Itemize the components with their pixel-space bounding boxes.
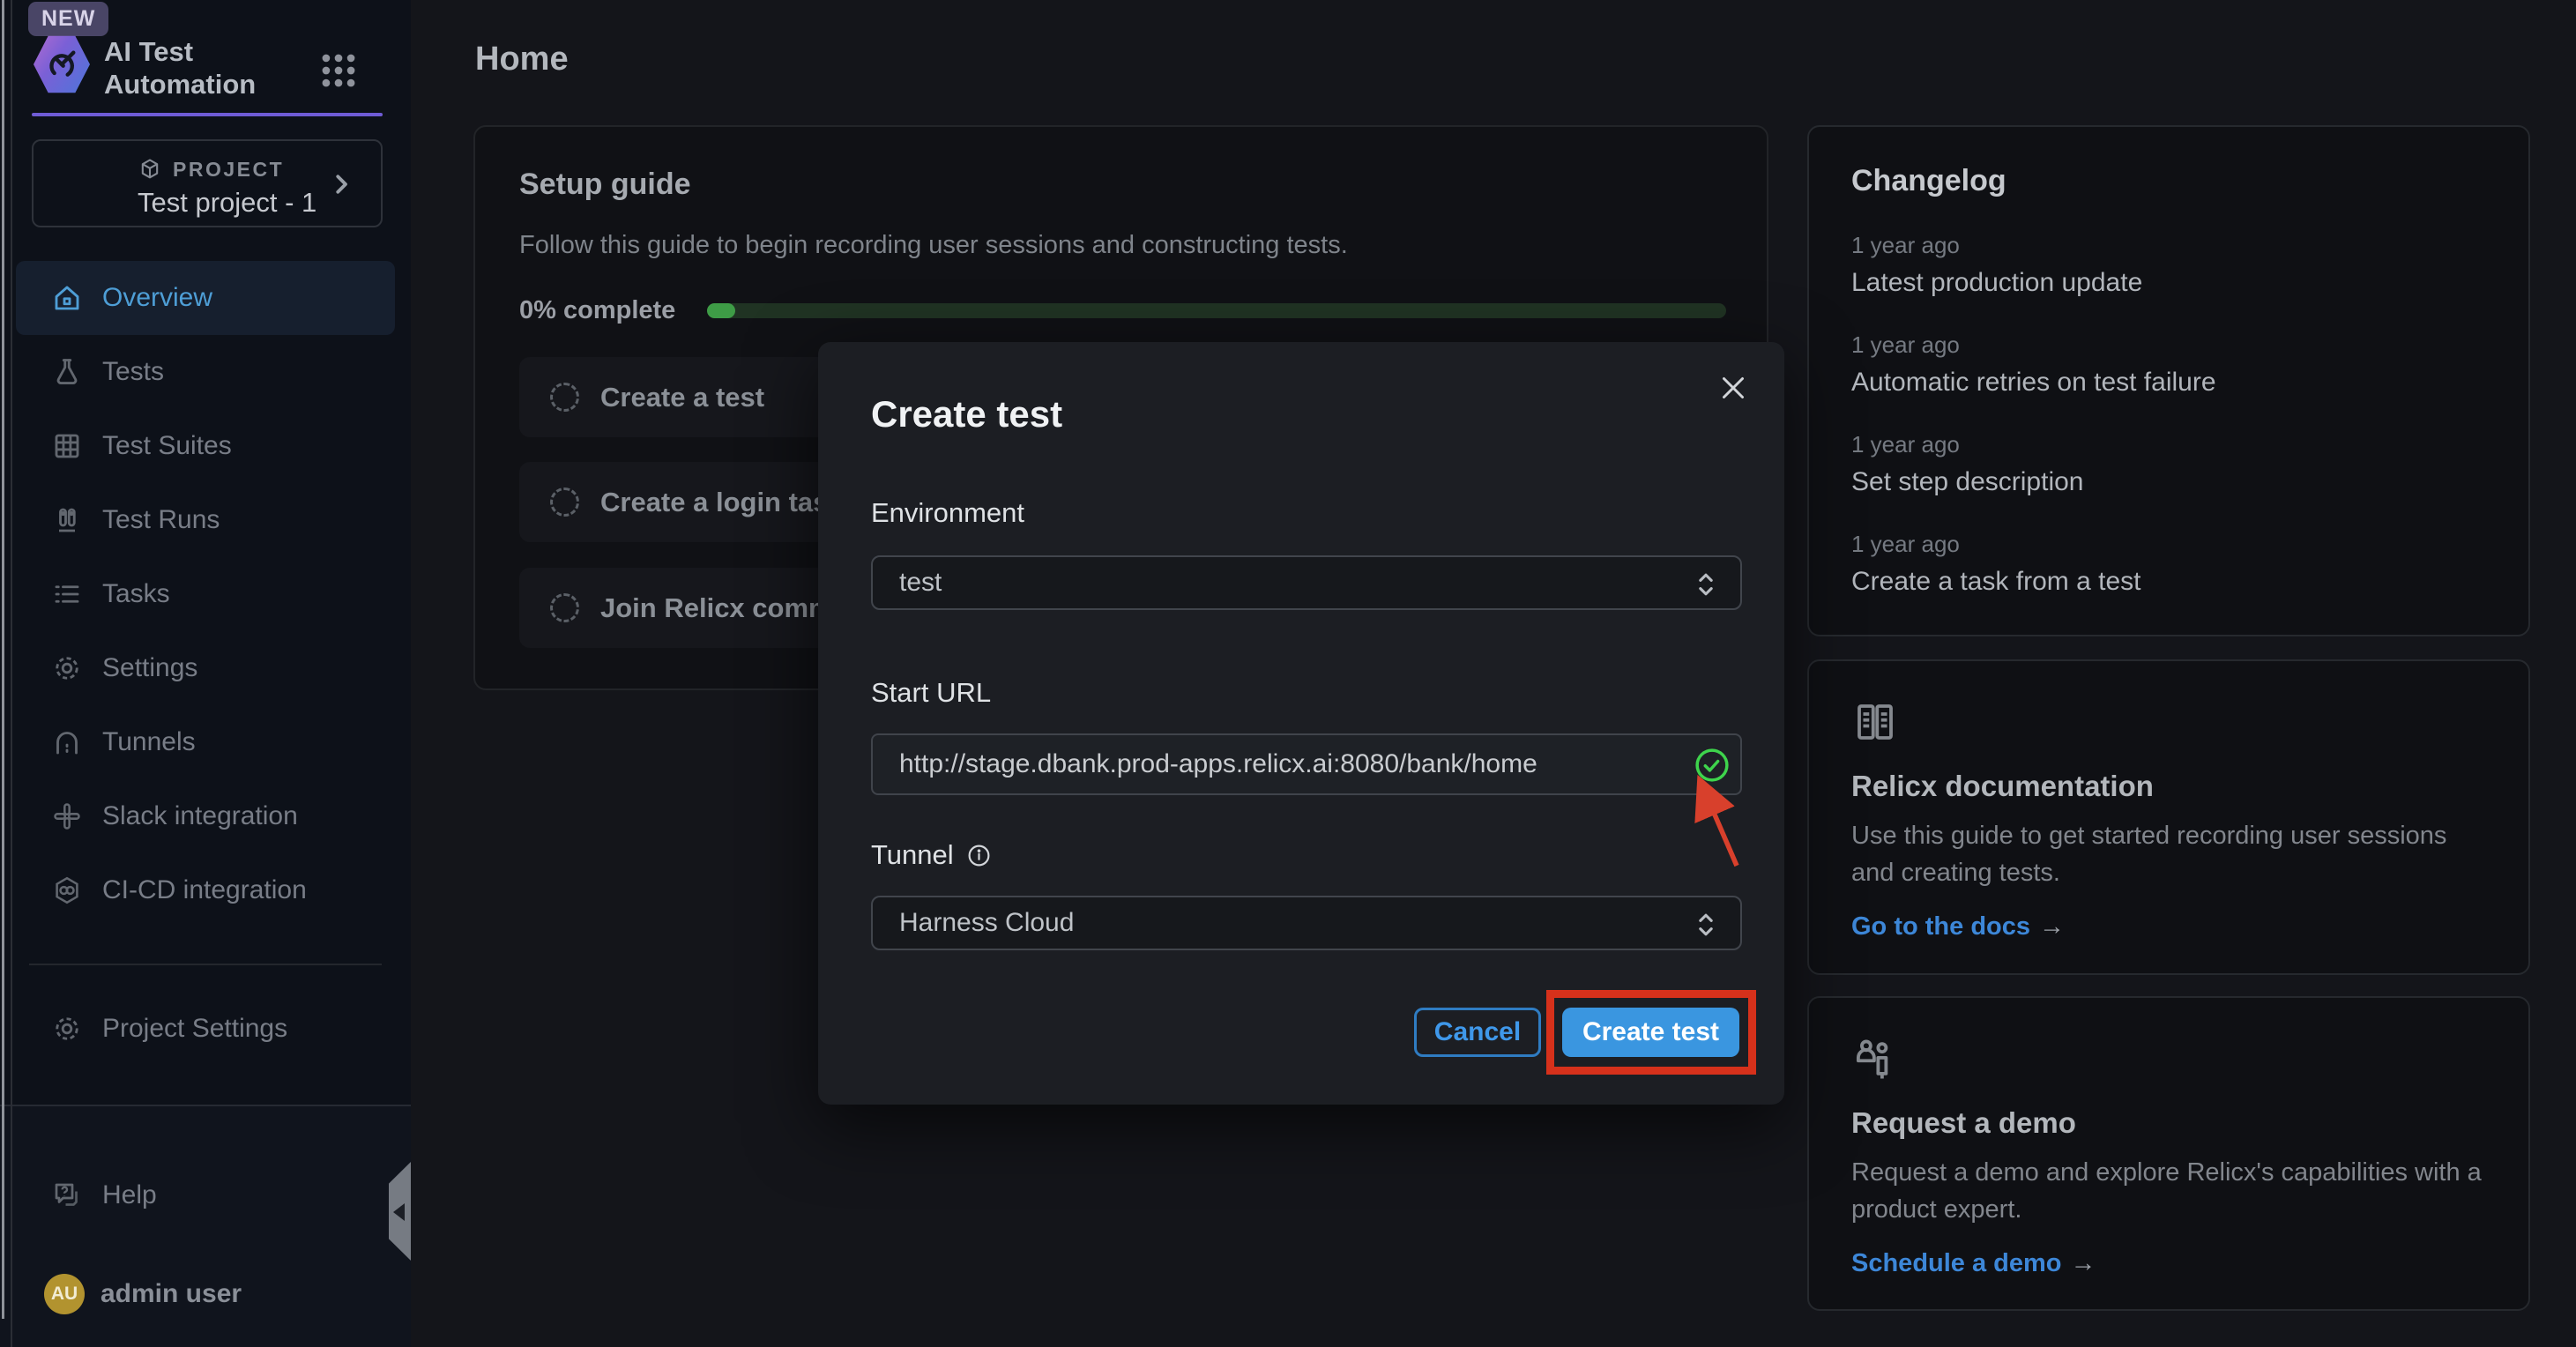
environment-label: Environment: [871, 497, 1024, 529]
changelog-entry: 1 year ago Create a task from a test: [1851, 531, 2486, 597]
sidebar-item-label: Project Settings: [102, 1014, 287, 1044]
app-switcher-icon[interactable]: [316, 48, 361, 93]
sidebar-item-label: Settings: [102, 653, 197, 683]
app-logo-icon: [34, 33, 90, 95]
sidebar-item-cicd-integration[interactable]: CI-CD integration: [16, 853, 395, 927]
sidebar-item-label: Test Runs: [102, 505, 220, 535]
columns-run-icon: [51, 504, 83, 536]
new-badge: NEW: [28, 2, 108, 36]
sidebar-item-project-settings[interactable]: Project Settings: [16, 992, 395, 1066]
user-name: admin user: [101, 1279, 242, 1309]
sidebar-item-test-runs[interactable]: Test Runs: [16, 483, 395, 557]
brand-underline: [32, 113, 383, 116]
close-icon[interactable]: [1717, 372, 1749, 404]
sidebar-item-label: Tests: [102, 357, 164, 387]
info-icon[interactable]: [966, 843, 992, 868]
arrow-right-icon: →: [2039, 912, 2065, 941]
dashed-circle-icon: [550, 487, 579, 517]
cancel-button[interactable]: Cancel: [1414, 1008, 1541, 1057]
sidebar-item-label: Slack integration: [102, 801, 298, 831]
sidebar-item-label: Overview: [102, 283, 212, 313]
changelog-card: Changelog 1 year ago Latest production u…: [1807, 125, 2530, 636]
page-title: Home: [475, 41, 569, 78]
app-header: AI Test Automation: [34, 33, 386, 109]
start-url-input[interactable]: [871, 733, 1742, 795]
project-selector[interactable]: PROJECT Test project - 1: [32, 139, 383, 227]
changelog-entry: 1 year ago Automatic retries on test fai…: [1851, 331, 2486, 398]
sidebar-item-test-suites[interactable]: Test Suites: [16, 409, 395, 483]
progress-fill: [707, 303, 735, 318]
sidebar-item-tasks[interactable]: Tasks: [16, 557, 395, 631]
help-chat-icon: [51, 1180, 83, 1211]
tunnel-icon: [51, 726, 83, 758]
project-name: Test project - 1: [138, 187, 316, 219]
tunnel-label-row: Tunnel: [871, 839, 992, 871]
demo-title: Request a demo: [1851, 1106, 2486, 1140]
changelog-title: Changelog: [1851, 164, 2486, 198]
selector-chevrons-icon: [1694, 569, 1717, 599]
go-to-docs-link[interactable]: Go to the docs→: [1851, 912, 2065, 941]
setup-guide-title: Setup guide: [519, 167, 691, 202]
selector-chevrons-icon: [1694, 910, 1717, 940]
url-valid-check-icon: [1693, 746, 1731, 785]
project-eyebrow: PROJECT: [173, 158, 284, 182]
slack-icon: [51, 800, 83, 832]
modal-title: Create test: [871, 393, 1062, 435]
request-demo-card: Request a demo Request a demo and explor…: [1807, 996, 2530, 1311]
sidebar-item-settings[interactable]: Settings: [16, 631, 395, 705]
arrow-right-icon: →: [2071, 1249, 2096, 1277]
task-list-icon: [51, 578, 83, 610]
changelog-entry: 1 year ago Set step description: [1851, 431, 2486, 497]
sidebar-item-slack-integration[interactable]: Slack integration: [16, 779, 395, 853]
app-root: NEW AI Test Automation: [0, 0, 2576, 1347]
documentation-card: Relicx documentation Use this guide to g…: [1807, 659, 2530, 975]
home-icon: [51, 282, 83, 314]
demo-description: Request a demo and explore Relicx's capa…: [1851, 1154, 2486, 1228]
docs-description: Use this guide to get started recording …: [1851, 817, 2486, 891]
users-icon: [1851, 1071, 1899, 1086]
sidebar-item-tests[interactable]: Tests: [16, 335, 395, 409]
flask-icon: [51, 356, 83, 388]
sidebar: NEW AI Test Automation: [0, 0, 411, 1347]
sidebar-item-label: Tunnels: [102, 727, 196, 757]
cicd-hexagon-link-icon: [51, 874, 83, 906]
sidebar-item-label: Tasks: [102, 579, 170, 609]
setup-guide-description: Follow this guide to begin recording use…: [519, 231, 1348, 260]
sidebar-item-help[interactable]: Help: [16, 1158, 395, 1232]
sidebar-divider: [29, 964, 382, 965]
sidebar-item-tunnels[interactable]: Tunnels: [16, 705, 395, 779]
create-test-button[interactable]: Create test: [1562, 1008, 1739, 1057]
project-box-icon: [138, 157, 162, 182]
gear-icon: [51, 1013, 83, 1045]
sidebar-item-label: CI-CD integration: [102, 875, 307, 905]
gear-icon: [51, 652, 83, 684]
create-test-modal: Create test Environment test Start URL T…: [818, 342, 1784, 1105]
progress-label: 0% complete: [519, 296, 675, 325]
collapse-left-icon: [393, 1203, 405, 1221]
chevron-right-icon: [328, 171, 354, 197]
sidebar-item-label: Test Suites: [102, 431, 232, 461]
docs-title: Relicx documentation: [1851, 770, 2486, 803]
dashed-circle-icon: [550, 593, 579, 622]
tunnel-select[interactable]: Harness Cloud: [871, 896, 1742, 950]
schedule-demo-link[interactable]: Schedule a demo→: [1851, 1249, 2096, 1278]
window-edge-line: [11, 0, 12, 1347]
grid-table-icon: [51, 430, 83, 462]
tunnel-label: Tunnel: [871, 839, 954, 871]
progress-bar: [707, 303, 1726, 318]
app-title: AI Test Automation: [104, 35, 256, 100]
environment-select[interactable]: test: [871, 555, 1742, 610]
avatar: AU: [44, 1274, 85, 1314]
book-icon: [1851, 734, 1899, 749]
sidebar-item-label: Help: [102, 1180, 157, 1210]
dashed-circle-icon: [550, 383, 579, 412]
sidebar-footer: Help AU admin user: [0, 1105, 411, 1347]
user-menu[interactable]: AU admin user: [16, 1257, 395, 1331]
sidebar-item-overview[interactable]: Overview: [16, 261, 395, 335]
changelog-entry: 1 year ago Latest production update: [1851, 232, 2486, 298]
start-url-label: Start URL: [871, 677, 991, 709]
window-scrollbar[interactable]: [2, 0, 4, 1319]
